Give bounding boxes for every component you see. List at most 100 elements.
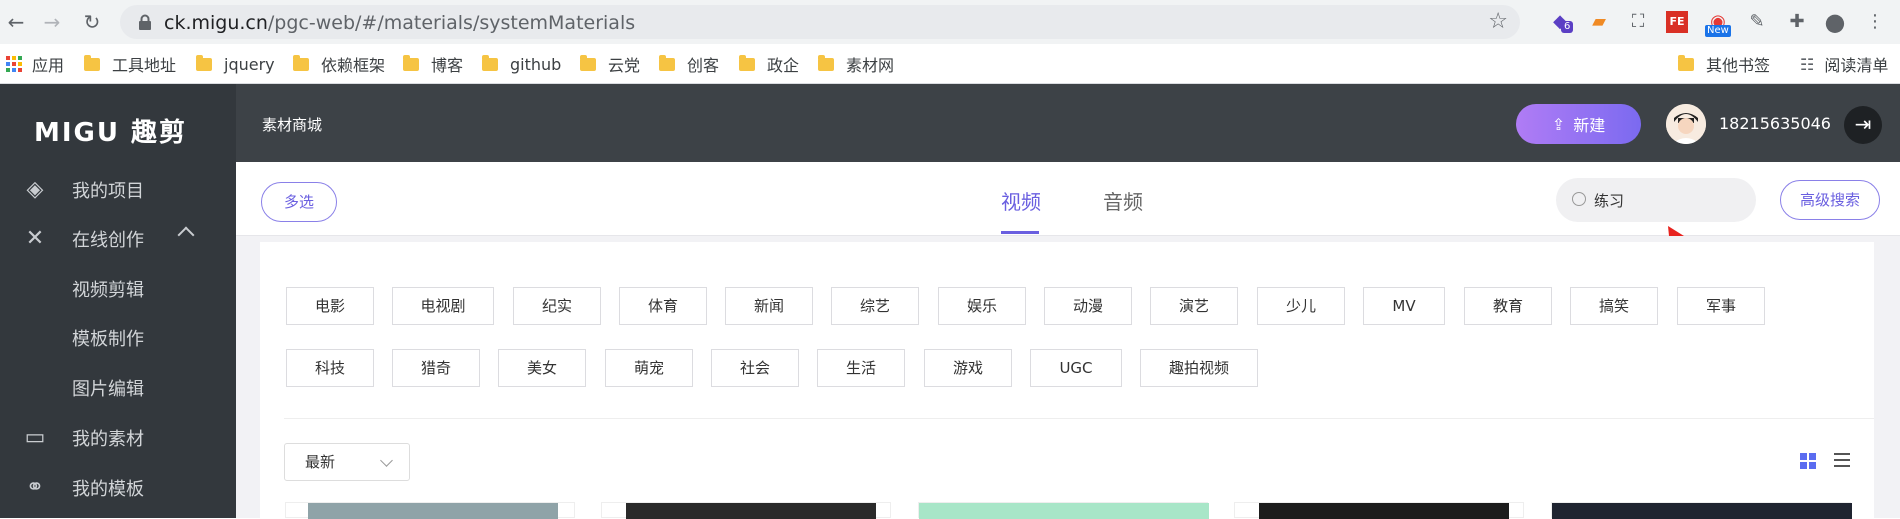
category-tag[interactable]: 纪实 bbox=[513, 287, 601, 325]
folder-icon bbox=[580, 54, 596, 71]
profile-icon[interactable]: ● bbox=[1822, 9, 1848, 35]
category-tag[interactable]: 综艺 bbox=[831, 287, 919, 325]
new-button[interactable]: ⇪ 新建 bbox=[1516, 104, 1641, 144]
new-button-label: 新建 bbox=[1573, 116, 1606, 135]
category-tag[interactable]: 动漫 bbox=[1044, 287, 1132, 325]
bookmark-folder[interactable]: 素材网 bbox=[818, 54, 894, 75]
category-tag[interactable]: 美女 bbox=[498, 349, 586, 387]
avatar[interactable] bbox=[1666, 104, 1706, 144]
bookmark-label: 政企 bbox=[767, 56, 800, 75]
extension-new-icon[interactable]: ◉ New bbox=[1705, 9, 1731, 37]
material-card[interactable] bbox=[285, 502, 575, 519]
user-phone[interactable]: 18215635046 bbox=[1719, 114, 1831, 133]
search-input[interactable] bbox=[1594, 188, 1744, 212]
advanced-search-button[interactable]: 高级搜索 bbox=[1780, 180, 1880, 220]
pencil-ruler-icon: ✕ bbox=[25, 226, 45, 251]
search-icon bbox=[1572, 192, 1586, 206]
category-tag[interactable]: 娱乐 bbox=[938, 287, 1026, 325]
category-tag[interactable]: 游戏 bbox=[924, 349, 1012, 387]
extension-orange-icon[interactable]: ▰ bbox=[1586, 9, 1612, 35]
sidebar-subitem-template-make[interactable]: 模板制作 bbox=[72, 325, 144, 351]
folder-icon bbox=[659, 54, 675, 71]
material-card[interactable] bbox=[601, 502, 891, 519]
folder-icon bbox=[403, 54, 419, 71]
bookmark-folder[interactable]: jquery bbox=[196, 54, 275, 74]
material-thumbnail bbox=[308, 503, 558, 519]
sidebar-item-label: 我的模板 bbox=[72, 479, 144, 500]
bookmark-folder[interactable]: 工具地址 bbox=[84, 54, 176, 75]
bookmarks-bar: 应用 工具地址 jquery 依赖框架 博客 github 云党 创客 政企 素… bbox=[0, 44, 1900, 84]
sort-select[interactable]: 最新 bbox=[284, 443, 410, 481]
address-bar[interactable]: ck.migu.cn/pgc-web/#/materials/systemMat… bbox=[120, 5, 1520, 39]
logout-icon[interactable]: ⇥ bbox=[1844, 106, 1882, 144]
extension-badge-icon[interactable]: ◆ 6 bbox=[1547, 9, 1574, 35]
sidebar-item-label: 我的素材 bbox=[72, 429, 144, 450]
tab-video[interactable]: 视频 bbox=[1001, 186, 1041, 215]
app-logo[interactable]: MIGU 趣剪 bbox=[34, 112, 187, 149]
category-tag[interactable]: 猎奇 bbox=[392, 349, 480, 387]
upload-icon: ⇪ bbox=[1551, 114, 1566, 134]
bookmark-folder[interactable]: 创客 bbox=[659, 54, 719, 75]
sidebar-item-label: 我的项目 bbox=[72, 181, 144, 202]
active-tab-indicator bbox=[1001, 231, 1039, 234]
material-card[interactable] bbox=[918, 502, 1209, 519]
sidebar-item-projects[interactable]: ◈ 我的项目 bbox=[0, 166, 236, 214]
top-header: 素材商城 ⇪ 新建 18215635046 ⇥ bbox=[236, 84, 1900, 162]
bookmark-label: 云党 bbox=[608, 56, 641, 75]
circles-icon: ⚭ bbox=[25, 475, 45, 500]
bookmark-folder[interactable]: 政企 bbox=[739, 54, 800, 75]
category-tag[interactable]: 趣拍视频 bbox=[1140, 349, 1258, 387]
extensions-puzzle-icon[interactable]: ✚ bbox=[1784, 9, 1810, 35]
category-tag[interactable]: 教育 bbox=[1464, 287, 1552, 325]
pen-extension-icon[interactable]: ✎ bbox=[1744, 9, 1770, 35]
category-tag[interactable]: 萌宠 bbox=[605, 349, 693, 387]
category-tag[interactable]: 生活 bbox=[817, 349, 905, 387]
back-icon[interactable]: ← bbox=[4, 10, 28, 34]
menu-icon[interactable]: ⋮ bbox=[1862, 9, 1888, 35]
bookmark-folder[interactable]: 云党 bbox=[580, 54, 641, 75]
category-tag[interactable]: 社会 bbox=[711, 349, 799, 387]
category-tag[interactable]: UGC bbox=[1030, 349, 1122, 387]
bookmark-folder[interactable]: 博客 bbox=[403, 54, 463, 75]
bookmark-folder[interactable]: 依赖框架 bbox=[293, 54, 385, 75]
sidebar-subitem-video-edit[interactable]: 视频剪辑 bbox=[72, 276, 144, 302]
sidebar-item-templates[interactable]: ⚭ 我的模板 bbox=[0, 464, 236, 512]
screenshot-icon[interactable]: ⛶ bbox=[1625, 9, 1651, 35]
category-tag[interactable]: MV bbox=[1363, 287, 1445, 325]
bookmark-reading-list[interactable]: ☷ 阅读清单 bbox=[1800, 54, 1888, 76]
url-text: ck.migu.cn/pgc-web/#/materials/systemMat… bbox=[164, 12, 635, 34]
category-tag[interactable]: 电视剧 bbox=[392, 287, 494, 325]
material-card[interactable] bbox=[1551, 502, 1852, 519]
material-card[interactable] bbox=[1234, 502, 1524, 519]
category-tag[interactable]: 军事 bbox=[1677, 287, 1765, 325]
forward-icon[interactable]: → bbox=[40, 10, 64, 34]
bookmark-folder[interactable]: github bbox=[482, 54, 561, 74]
sidebar-subitem-image-edit[interactable]: 图片编辑 bbox=[72, 375, 144, 401]
sidebar-item-materials[interactable]: ▭ 我的素材 bbox=[0, 414, 236, 462]
search-box[interactable] bbox=[1556, 178, 1756, 222]
chevron-up-icon[interactable] bbox=[177, 226, 195, 244]
category-tag[interactable]: 新闻 bbox=[725, 287, 813, 325]
materials-toolbar: 多选 视频 音频 高级搜索 bbox=[236, 162, 1900, 236]
category-tag[interactable]: 体育 bbox=[619, 287, 707, 325]
avatar-image bbox=[1666, 104, 1706, 144]
category-tag[interactable]: 科技 bbox=[286, 349, 374, 387]
tab-audio[interactable]: 音频 bbox=[1103, 186, 1143, 215]
category-tag[interactable]: 少儿 bbox=[1257, 287, 1345, 325]
category-tag[interactable]: 演艺 bbox=[1150, 287, 1238, 325]
list-view-icon[interactable] bbox=[1834, 453, 1850, 469]
fe-extension-icon[interactable]: FE bbox=[1666, 11, 1688, 33]
category-tag[interactable]: 电影 bbox=[286, 287, 374, 325]
bookmark-other[interactable]: 其他书签 bbox=[1678, 54, 1770, 75]
bookmark-label: jquery bbox=[224, 54, 275, 74]
bookmark-star-icon[interactable]: ☆ bbox=[1488, 9, 1508, 34]
category-tag[interactable]: 搞笑 bbox=[1570, 287, 1658, 325]
content-area: 电影 电视剧 纪实 体育 新闻 综艺 娱乐 动漫 演艺 少儿 MV 教育 搞笑 … bbox=[236, 236, 1900, 519]
grid-view-icon[interactable] bbox=[1800, 453, 1816, 469]
bookmark-apps[interactable]: 应用 bbox=[6, 54, 64, 75]
multi-select-button[interactable]: 多选 bbox=[261, 182, 337, 222]
folder-icon bbox=[84, 54, 100, 71]
extension-badge: 6 bbox=[1561, 21, 1574, 33]
sidebar-item-create[interactable]: ✕ 在线创作 bbox=[0, 215, 236, 263]
reload-icon[interactable]: ↻ bbox=[80, 10, 104, 34]
